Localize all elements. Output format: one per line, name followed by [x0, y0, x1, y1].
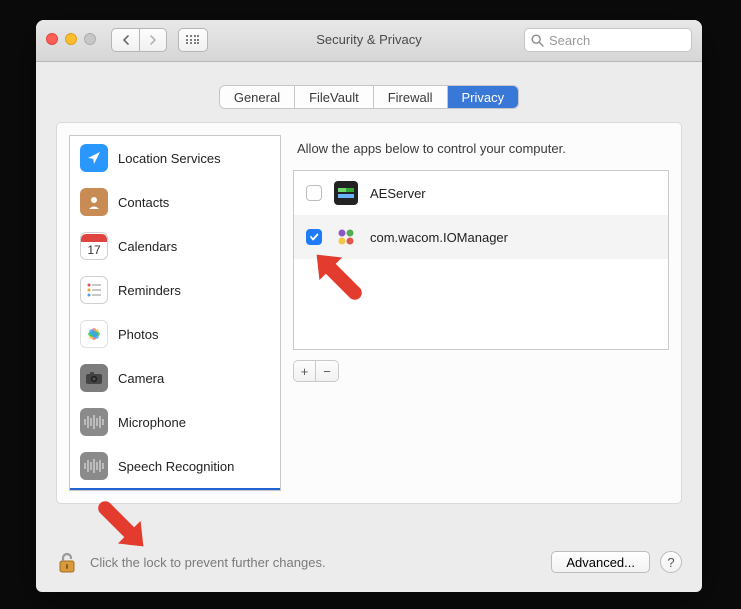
app-label: com.wacom.IOManager — [370, 230, 508, 245]
tab-firewall[interactable]: Firewall — [374, 86, 448, 108]
lock-hint-text: Click the lock to prevent further change… — [90, 555, 551, 570]
sidebar-item-label: Reminders — [118, 283, 181, 298]
titlebar: Security & Privacy — [36, 20, 702, 62]
wacom-icon — [334, 225, 358, 249]
search-field[interactable] — [524, 28, 692, 52]
app-row-aeserver[interactable]: AEServer — [294, 171, 668, 215]
tabs: General FileVault Firewall Privacy — [36, 86, 702, 108]
tab-general[interactable]: General — [220, 86, 295, 108]
add-app-button[interactable]: + — [294, 361, 316, 381]
advanced-button[interactable]: Advanced... — [551, 551, 650, 573]
app-row-wacom[interactable]: com.wacom.IOManager — [294, 215, 668, 259]
speech-icon — [80, 452, 108, 480]
sidebar-item-speech[interactable]: Speech Recognition — [70, 444, 280, 488]
location-icon — [80, 144, 108, 172]
calendar-icon: 17 — [80, 232, 108, 260]
sidebar-item-label: Camera — [118, 371, 164, 386]
sidebar-item-label: Calendars — [118, 239, 177, 254]
privacy-category-list[interactable]: Location Services Contacts 17 Calendars — [69, 135, 281, 491]
sidebar-item-accessibility[interactable]: Accessibility — [70, 488, 280, 491]
tab-privacy[interactable]: Privacy — [448, 86, 519, 108]
microphone-icon — [80, 408, 108, 436]
sidebar-item-reminders[interactable]: Reminders — [70, 268, 280, 312]
sidebar-item-microphone[interactable]: Microphone — [70, 400, 280, 444]
sidebar-item-photos[interactable]: Photos — [70, 312, 280, 356]
tab-filevault[interactable]: FileVault — [295, 86, 374, 108]
sidebar-item-label: Contacts — [118, 195, 169, 210]
preferences-window: Security & Privacy General FileVault Fir… — [36, 20, 702, 592]
search-icon — [531, 34, 544, 47]
permission-header: Allow the apps below to control your com… — [293, 135, 669, 170]
privacy-panel: Location Services Contacts 17 Calendars — [56, 122, 682, 504]
content: General FileVault Firewall Privacy Locat… — [36, 62, 702, 592]
checkbox-aeserver[interactable] — [306, 185, 322, 201]
footer: Click the lock to prevent further change… — [36, 532, 702, 592]
sidebar-item-camera[interactable]: Camera — [70, 356, 280, 400]
app-permission-panel: Allow the apps below to control your com… — [293, 135, 669, 491]
lock-button[interactable] — [56, 551, 78, 573]
app-label: AEServer — [370, 186, 426, 201]
help-button[interactable]: ? — [660, 551, 682, 573]
sidebar-item-label: Speech Recognition — [118, 459, 234, 474]
sidebar-item-contacts[interactable]: Contacts — [70, 180, 280, 224]
reminders-icon — [80, 276, 108, 304]
search-input[interactable] — [549, 33, 685, 48]
sidebar-item-location[interactable]: Location Services — [70, 136, 280, 180]
checkbox-wacom[interactable] — [306, 229, 322, 245]
photos-icon — [80, 320, 108, 348]
sidebar-item-label: Microphone — [118, 415, 186, 430]
add-remove-buttons: + − — [293, 360, 339, 382]
sidebar-item-label: Photos — [118, 327, 158, 342]
remove-app-button[interactable]: − — [316, 361, 338, 381]
camera-icon — [80, 364, 108, 392]
sidebar-item-label: Location Services — [118, 151, 221, 166]
sidebar-item-calendars[interactable]: 17 Calendars — [70, 224, 280, 268]
contacts-icon — [80, 188, 108, 216]
app-list[interactable]: AEServer — [293, 170, 669, 350]
aeserver-icon — [334, 181, 358, 205]
